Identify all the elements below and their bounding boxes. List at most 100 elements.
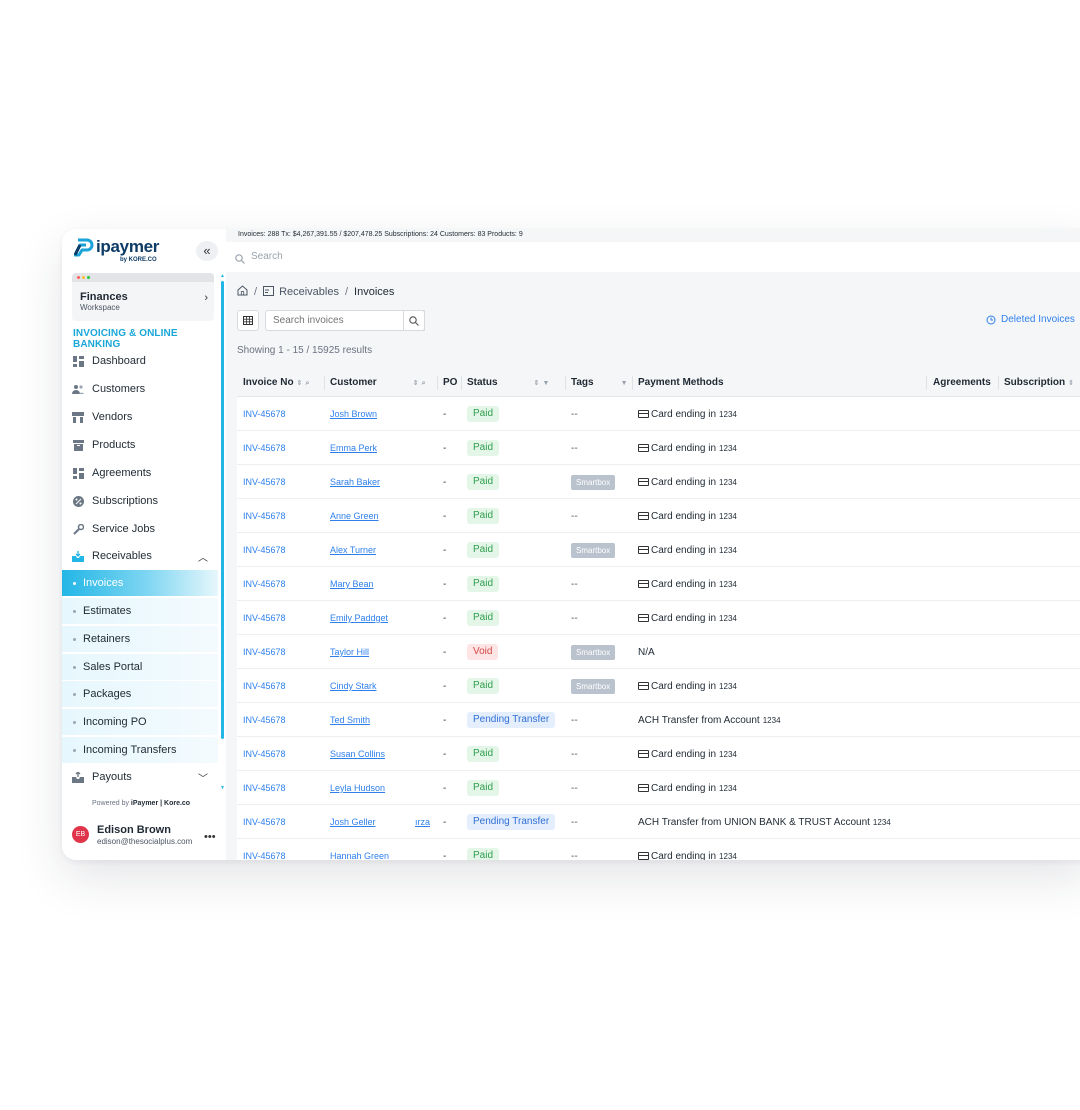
- global-search-input[interactable]: Search: [251, 251, 283, 262]
- tag-badge[interactable]: Smartbox: [571, 644, 616, 660]
- sort-icon[interactable]: ⇕: [413, 380, 419, 387]
- search-icon[interactable]: ⌕: [422, 380, 426, 387]
- col-po[interactable]: PO: [443, 377, 457, 388]
- sidebar-item-payouts[interactable]: Payouts ﹀: [62, 764, 218, 790]
- tag-badge[interactable]: Smartbox: [571, 542, 616, 558]
- invoice-number-link[interactable]: INV-45678: [243, 771, 286, 805]
- table-row[interactable]: INV-45678 Susan Collins - Paid -- Card ending…: [237, 737, 1080, 771]
- table-row[interactable]: INV-45678 Mary Bean - Paid -- Card ending in 1…: [237, 567, 1080, 601]
- invoice-number-link[interactable]: INV-45678: [243, 601, 286, 635]
- invoice-number-link[interactable]: INV-45678: [243, 635, 286, 669]
- search-icon[interactable]: ⌕: [305, 380, 309, 387]
- sidebar-subitem-sales-portal[interactable]: Sales Portal: [62, 654, 218, 680]
- account-last-digits: 1234: [719, 511, 737, 521]
- invoice-number-link[interactable]: INV-45678: [243, 839, 286, 860]
- scroll-up-icon[interactable]: ▲: [220, 273, 225, 279]
- sidebar-subitem-retainers[interactable]: Retainers: [62, 626, 218, 652]
- customer-link[interactable]: Leyla Hudson: [330, 771, 385, 805]
- customer-link[interactable]: Emily Paddget: [330, 601, 388, 635]
- tag-badge[interactable]: Smartbox: [571, 474, 616, 490]
- filter-icon[interactable]: ▼: [621, 380, 628, 387]
- sidebar-item-receivables[interactable]: Receivables ︿: [62, 543, 218, 569]
- col-payment-methods[interactable]: Payment Methods: [638, 377, 724, 388]
- table-row[interactable]: INV-45678 Taylor Hill - Void Smartbox N/A: [237, 635, 1080, 669]
- table-row[interactable]: INV-45678 Anne Green - Paid -- Card ending in…: [237, 499, 1080, 533]
- table-row[interactable]: INV-45678 Leyla Hudson - Paid -- Card ending …: [237, 771, 1080, 805]
- filter-icon[interactable]: ▼: [542, 380, 549, 387]
- invoice-number-link[interactable]: INV-45678: [243, 499, 286, 533]
- col-subscription[interactable]: Subscription ⇕: [1004, 377, 1074, 388]
- window-dot-icon: [82, 276, 85, 279]
- scroll-down-icon[interactable]: ▼: [220, 785, 225, 791]
- invoice-number-link[interactable]: INV-45678: [243, 703, 286, 737]
- sidebar-subitem-incoming-po[interactable]: Incoming PO: [62, 709, 218, 735]
- payment-method-text: N/A: [638, 646, 655, 658]
- table-row[interactable]: INV-45678 Alex Turner - Paid Smartbox Card en…: [237, 533, 1080, 567]
- table-row[interactable]: INV-45678 Cindy Stark - Paid Smartbox Card en…: [237, 669, 1080, 703]
- sort-icon[interactable]: ⇕: [297, 380, 303, 387]
- table-row[interactable]: INV-45678 Emily Paddget - Paid -- Card ending…: [237, 601, 1080, 635]
- customer-link[interactable]: Alex Turner: [330, 533, 376, 567]
- user-profile[interactable]: EB Edison Brown edison@thesocialplus.com: [72, 824, 192, 846]
- customer-link[interactable]: Taylor Hill: [330, 635, 369, 669]
- customer-link[interactable]: Hannah Green: [330, 839, 389, 860]
- table-row[interactable]: INV-45678 Josh Geller ırza - Pending Transfe…: [237, 805, 1080, 839]
- sidebar-subitem-estimates[interactable]: Estimates: [62, 598, 218, 624]
- collapse-sidebar-button[interactable]: «: [196, 241, 218, 261]
- invoice-number-link[interactable]: INV-45678: [243, 397, 286, 431]
- col-customer[interactable]: Customer ⇕ ⌕: [330, 377, 425, 388]
- customer-link[interactable]: Josh Brown: [330, 397, 377, 431]
- po-link[interactable]: ırza: [415, 805, 430, 839]
- column-toggle-button[interactable]: [237, 310, 259, 331]
- home-icon[interactable]: [237, 285, 248, 299]
- col-agreements[interactable]: Agreements: [933, 377, 991, 388]
- sidebar-subitem-incoming-transfers[interactable]: Incoming Transfers: [62, 737, 218, 763]
- col-invoice-no[interactable]: Invoice No ⇕ ⌕: [243, 377, 309, 388]
- sidebar-subitem-packages[interactable]: Packages: [62, 681, 218, 707]
- sort-icon[interactable]: ⇕: [534, 380, 540, 387]
- invoice-number-link[interactable]: INV-45678: [243, 737, 286, 771]
- sidebar-item-service-jobs[interactable]: Service Jobs: [62, 516, 218, 542]
- customer-link[interactable]: Sarah Baker: [330, 465, 380, 499]
- customer-link[interactable]: Josh Geller: [330, 805, 376, 839]
- invoice-number-link[interactable]: INV-45678: [243, 465, 286, 499]
- invoice-number-link[interactable]: INV-45678: [243, 805, 286, 839]
- sidebar-item-subscriptions[interactable]: Subscriptions: [62, 488, 218, 514]
- store-icon: [72, 411, 84, 423]
- invoice-search-input[interactable]: [265, 310, 425, 331]
- sidebar-item-customers[interactable]: Customers: [62, 376, 218, 402]
- table-row[interactable]: INV-45678 Sarah Baker - Paid Smartbox Card en…: [237, 465, 1080, 499]
- col-status[interactable]: Status ⇕ ▼: [467, 377, 549, 388]
- col-tags[interactable]: Tags ▼: [571, 377, 628, 388]
- customer-link[interactable]: Emma Perk: [330, 431, 377, 465]
- customer-link[interactable]: Susan Collins: [330, 737, 385, 771]
- sidebar-item-products[interactable]: Products: [62, 432, 218, 458]
- sidebar-subitem-invoices[interactable]: Invoices: [62, 570, 218, 596]
- workspace-switcher[interactable]: Finances Workspace ›: [72, 273, 214, 321]
- customer-link[interactable]: Ted Smith: [330, 703, 370, 737]
- invoice-number-link[interactable]: INV-45678: [243, 669, 286, 703]
- deleted-invoices-link[interactable]: Deleted Invoices: [986, 314, 1075, 325]
- global-search[interactable]: Search: [226, 242, 1080, 272]
- sidebar-item-vendors[interactable]: Vendors: [62, 404, 218, 430]
- invoice-number-link[interactable]: INV-45678: [243, 431, 286, 465]
- invoice-number-link[interactable]: INV-45678: [243, 533, 286, 567]
- sidebar-item-dashboard[interactable]: Dashboard: [62, 348, 218, 374]
- logo-subtext: by KORE.CO: [120, 257, 157, 263]
- table-row[interactable]: INV-45678 Ted Smith - Pending Transfer -- ACH…: [237, 703, 1080, 737]
- customer-link[interactable]: Cindy Stark: [330, 669, 377, 703]
- sidebar-item-agreements[interactable]: Agreements: [62, 460, 218, 486]
- status-cell: Paid: [467, 499, 500, 533]
- sidebar-scrollbar[interactable]: [221, 281, 224, 739]
- invoice-number-link[interactable]: INV-45678: [243, 567, 286, 601]
- sort-icon[interactable]: ⇕: [1068, 380, 1074, 387]
- more-options-icon[interactable]: •••: [204, 831, 216, 843]
- table-row[interactable]: INV-45678 Emma Perk - Paid -- Card ending in 1…: [237, 431, 1080, 465]
- customer-link[interactable]: Mary Bean: [330, 567, 374, 601]
- invoice-search-button[interactable]: [403, 310, 425, 331]
- table-row[interactable]: INV-45678 Hannah Green - Paid -- Card ending …: [237, 839, 1080, 860]
- table-row[interactable]: INV-45678 Josh Brown - Paid -- Card ending in…: [237, 397, 1080, 431]
- customer-link[interactable]: Anne Green: [330, 499, 379, 533]
- tag-badge[interactable]: Smartbox: [571, 678, 616, 694]
- breadcrumb-receivables[interactable]: Receivables: [279, 286, 339, 298]
